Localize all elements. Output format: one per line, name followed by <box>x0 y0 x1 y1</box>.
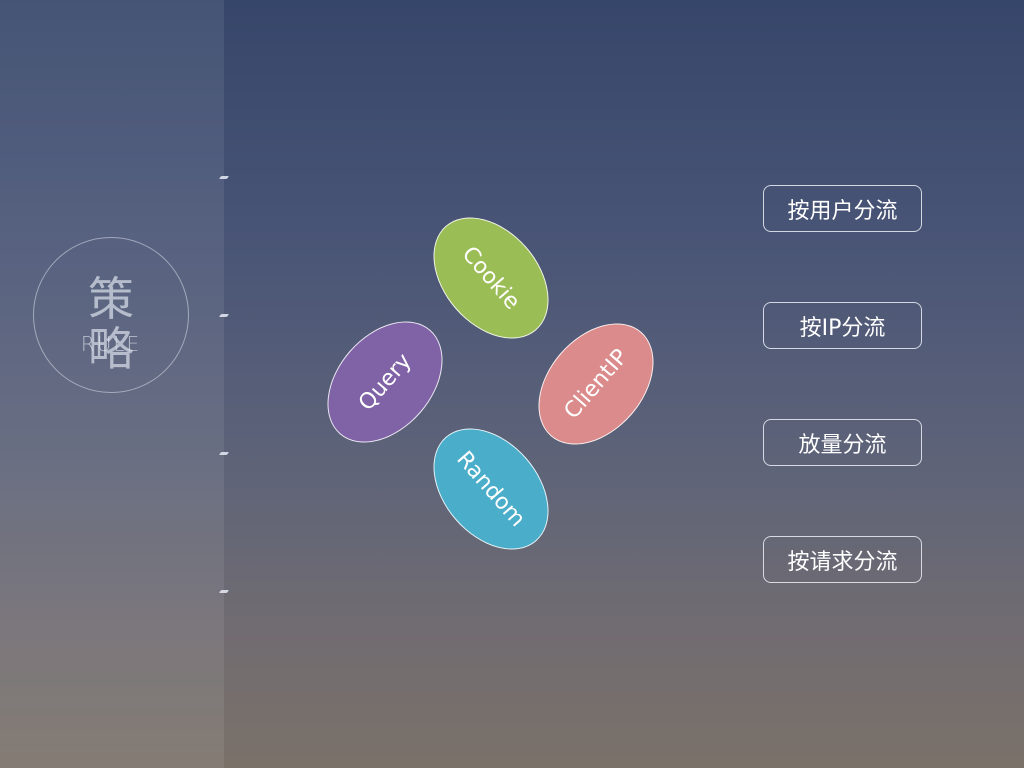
rule-badge: 策 略 RULE <box>33 237 189 393</box>
rule-badge-subtitle: RULE <box>80 332 142 356</box>
petal-clientip-label: ClientIP <box>559 344 633 424</box>
timeline-marker-3 <box>218 452 230 455</box>
petal-random-label: Random <box>451 446 531 532</box>
gradual-rollout-label: 放量分流 <box>798 432 887 458</box>
split-by-ip-label: 按IP分流 <box>799 315 886 341</box>
split-by-request-button[interactable]: 按请求分流 <box>763 536 922 583</box>
timeline-marker-1 <box>218 176 230 179</box>
split-by-user-label: 按用户分流 <box>787 198 898 224</box>
split-by-user-button[interactable]: 按用户分流 <box>763 185 922 232</box>
rule-badge-title: 策 略 <box>88 272 148 376</box>
gradual-rollout-button[interactable]: 放量分流 <box>763 419 922 466</box>
petal-cookie-label: Cookie <box>457 241 525 315</box>
timeline-marker-2 <box>218 314 230 317</box>
petal-query-label: Query <box>353 348 417 416</box>
split-by-request-label: 按请求分流 <box>787 549 898 575</box>
split-by-ip-button[interactable]: 按IP分流 <box>763 302 922 349</box>
timeline-marker-4 <box>218 590 230 593</box>
